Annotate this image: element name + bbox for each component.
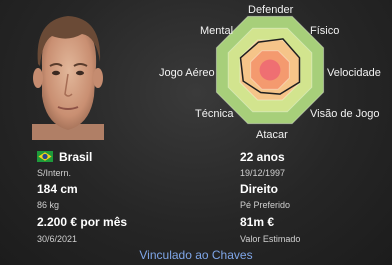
brazil-flag-icon xyxy=(37,151,53,162)
contract-end-date: 30/6/2021 xyxy=(37,234,78,244)
age: 22 anos xyxy=(240,150,285,164)
nationality: Brasil xyxy=(59,150,93,164)
label-jogo-aereo: Jogo Aéreo xyxy=(159,67,215,79)
preferred-foot: Direito xyxy=(240,182,279,196)
preferred-foot-label: Pé Preferido xyxy=(240,200,291,210)
contract-club-link[interactable]: Vinculado ao Chaves xyxy=(0,248,392,262)
player-portrait xyxy=(32,16,104,140)
label-velocidade: Velocidade xyxy=(327,67,381,79)
label-fisico: Físico xyxy=(310,25,340,37)
player-profile-panel: Defender Mental Físico Jogo Aéreo Veloci… xyxy=(0,0,392,265)
label-defender: Defender xyxy=(248,4,294,16)
label-tecnica: Técnica xyxy=(195,108,234,120)
international-status: S/Intern. xyxy=(37,168,72,178)
radar-center xyxy=(259,59,281,81)
height: 184 cm xyxy=(37,182,78,196)
label-mental: Mental xyxy=(200,25,234,37)
label-visao-de-jogo: Visão de Jogo xyxy=(310,108,380,120)
birth-date: 19/12/1997 xyxy=(240,168,286,178)
label-atacar: Atacar xyxy=(256,129,288,141)
estimated-value: 81m € xyxy=(240,215,275,229)
wage: 2.200 € por mês xyxy=(37,215,128,229)
estimated-value-label: Valor Estimado xyxy=(240,234,301,244)
weight: 86 kg xyxy=(37,200,60,210)
